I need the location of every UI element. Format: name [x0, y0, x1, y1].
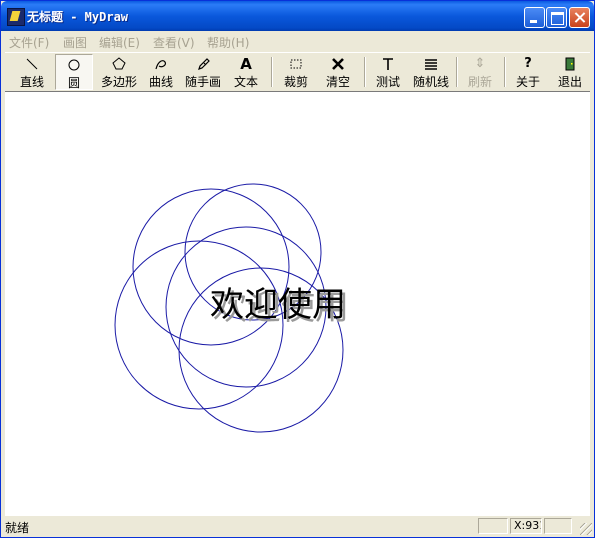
curve-tool-button[interactable]: 曲线: [143, 54, 179, 90]
toolbar-separator: [271, 57, 273, 87]
freehand-tool-button[interactable]: 随手画: [181, 54, 225, 90]
text-a-icon: A: [240, 55, 252, 73]
help-question-icon: ?: [524, 56, 532, 71]
title-bar[interactable]: 无标题 - MyDraw: [1, 1, 594, 31]
menu-draw[interactable]: 画图: [63, 34, 87, 51]
app-icon[interactable]: [7, 8, 25, 26]
polygon-tool-label: 多边形: [100, 75, 137, 89]
polygon-tool-button[interactable]: 多边形: [97, 54, 141, 90]
crop-tool-button[interactable]: 裁剪: [277, 54, 315, 90]
circle-icon: [56, 58, 92, 72]
refresh-icon: ⇕: [474, 56, 486, 71]
line-tool-label: 直线: [19, 75, 44, 89]
status-pane: [478, 518, 508, 534]
clear-button-label: 清空: [325, 75, 350, 89]
crop-tool-label: 裁剪: [283, 75, 308, 89]
text-tool-label: 文本: [233, 75, 258, 89]
menu-file[interactable]: 文件(F): [9, 34, 49, 51]
close-button[interactable]: [569, 7, 590, 28]
status-bar: 就绪 X:931: [1, 516, 594, 537]
curve-icon: [143, 57, 179, 71]
text-tool-button[interactable]: A 文本: [227, 54, 265, 90]
about-button-label: 关于: [515, 75, 540, 89]
app-window: 无标题 - MyDraw 文件(F) 画图 编辑(E) 查看(V) 帮助(H) …: [0, 0, 595, 538]
freehand-tool-label: 随手画: [184, 75, 221, 89]
toolbar-separator: [504, 57, 506, 87]
test-button-label: 测试: [375, 75, 400, 89]
refresh-button[interactable]: ⇕ 刷新: [461, 54, 499, 90]
toolbar: 直线 圆 多边形 曲线 随手画 A 文本 裁剪 清空 测试 随机线 ⇕ 刷新 ?…: [5, 52, 590, 92]
refresh-button-label: 刷新: [467, 75, 492, 89]
exit-button[interactable]: 退出: [551, 54, 589, 90]
coordinate-readout: X:931: [510, 518, 542, 534]
test-t-icon: [369, 57, 407, 71]
test-button[interactable]: 测试: [369, 54, 407, 90]
toolbar-separator: [456, 57, 458, 87]
toolbar-separator: [364, 57, 366, 87]
maximize-button[interactable]: [546, 7, 567, 28]
clear-x-icon: [319, 57, 357, 71]
status-pane: [544, 518, 572, 534]
polygon-icon: [97, 57, 141, 71]
circle-tool-label: 圆: [67, 76, 80, 90]
menu-bar: 文件(F) 画图 编辑(E) 查看(V) 帮助(H): [1, 31, 594, 51]
drawing-surface[interactable]: 欢迎使用 欢迎使用: [5, 92, 590, 516]
circle-tool-button[interactable]: 圆: [55, 54, 93, 90]
random-lines-button[interactable]: 随机线: [409, 54, 453, 90]
drawing-canvas[interactable]: 欢迎使用 欢迎使用: [5, 91, 590, 516]
exit-door-icon: [551, 57, 589, 71]
menu-help[interactable]: 帮助(H): [207, 34, 249, 51]
line-icon: [13, 57, 51, 71]
line-tool-button[interactable]: 直线: [13, 54, 51, 90]
crop-icon: [277, 57, 315, 71]
exit-button-label: 退出: [557, 75, 582, 89]
window-title: 无标题 - MyDraw: [27, 10, 129, 24]
menu-edit[interactable]: 编辑(E): [99, 34, 140, 51]
minimize-button[interactable]: [524, 7, 545, 28]
curve-tool-label: 曲线: [148, 75, 173, 89]
lines-icon: [409, 57, 453, 71]
status-text: 就绪: [5, 521, 30, 535]
resize-grip[interactable]: [580, 523, 592, 535]
random-lines-label: 随机线: [412, 75, 449, 89]
clear-button[interactable]: 清空: [319, 54, 357, 90]
about-button[interactable]: ? 关于: [509, 54, 547, 90]
pencil-icon: [181, 57, 225, 71]
welcome-text: 欢迎使用: [210, 285, 346, 325]
menu-view[interactable]: 查看(V): [153, 34, 195, 51]
